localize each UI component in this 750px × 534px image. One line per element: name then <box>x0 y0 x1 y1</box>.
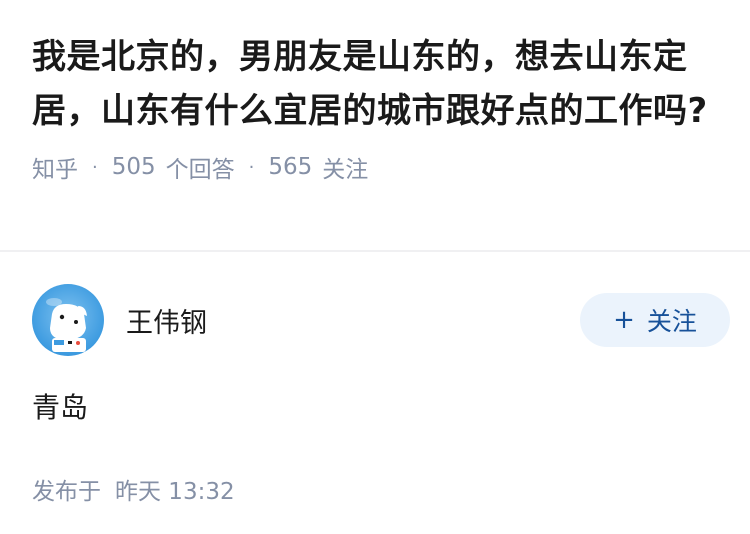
published-label: 发布于 <box>32 479 101 505</box>
follow-button-label: 关注 <box>646 307 697 336</box>
author-row: 王伟钢 + 关注 <box>32 284 730 356</box>
section-divider <box>0 250 750 252</box>
follower-count: 565 <box>268 154 313 180</box>
question-meta: 知乎 · 505 个回答 · 565 关注 <box>32 150 718 184</box>
answer-count-label: 个回答 <box>165 157 235 183</box>
source-label[interactable]: 知乎 <box>32 150 78 184</box>
dog-mascot-icon <box>46 298 87 352</box>
plus-icon: + <box>613 305 635 335</box>
author-name[interactable]: 王伟钢 <box>126 301 580 340</box>
avatar[interactable] <box>32 284 104 356</box>
answer-card: 王伟钢 + 关注 青岛 发布于 昨天 13:32 <box>32 284 730 506</box>
meta-separator: · <box>92 156 98 178</box>
answer-content[interactable]: 青岛 <box>32 388 718 428</box>
meta-separator: · <box>248 156 255 178</box>
answer-timestamp: 发布于 昨天 13:32 <box>32 472 718 506</box>
follower-count-label: 关注 <box>322 157 369 183</box>
published-time: 昨天 13:32 <box>115 479 235 505</box>
question-header: 我是北京的，男朋友是山东的，想去山东定居，山东有什么宜居的城市跟好点的工作吗? … <box>0 0 750 220</box>
question-title[interactable]: 我是北京的，男朋友是山东的，想去山东定居，山东有什么宜居的城市跟好点的工作吗? <box>32 30 718 138</box>
answer-count: 505 <box>111 154 156 180</box>
follow-button[interactable]: + 关注 <box>580 293 730 347</box>
